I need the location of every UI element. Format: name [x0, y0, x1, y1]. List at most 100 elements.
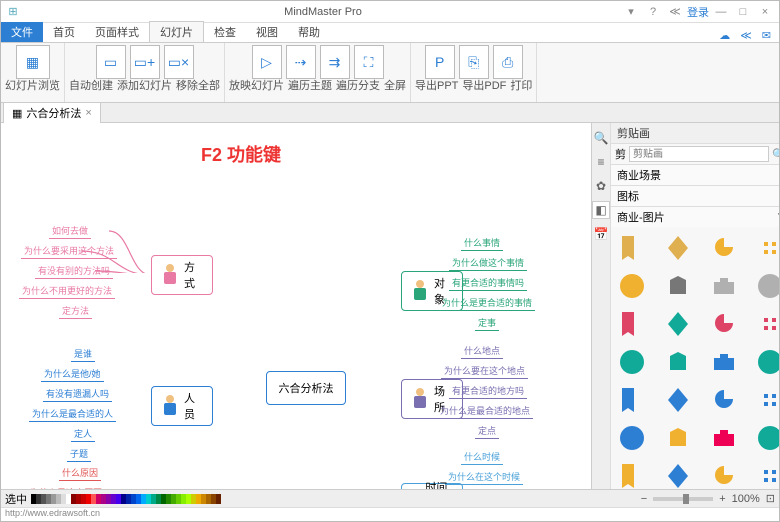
leaf-node[interactable]: 如何去做 — [49, 223, 91, 239]
clipart-item[interactable] — [707, 383, 741, 417]
clipart-item[interactable] — [707, 421, 741, 455]
leaf-node[interactable]: 什么地点 — [461, 343, 503, 359]
clipart-item[interactable] — [661, 383, 695, 417]
clipart-item[interactable] — [707, 307, 741, 341]
remove-all-button[interactable]: ▭× — [164, 45, 194, 79]
footer-link[interactable]: http://www.edrawsoft.cn — [1, 507, 779, 521]
auto-create-button[interactable]: ▭ — [96, 45, 126, 79]
clipart-item[interactable] — [753, 345, 779, 379]
tab-pagestyle[interactable]: 页面样式 — [85, 22, 149, 42]
share2-icon[interactable]: ≪ — [740, 29, 752, 42]
leaf-node[interactable]: 是谁 — [71, 346, 95, 362]
rail-search-icon[interactable]: 🔍 — [592, 129, 610, 147]
clipart-item[interactable] — [615, 345, 649, 379]
down-icon[interactable]: ▾ — [621, 3, 641, 21]
clipart-item[interactable] — [615, 383, 649, 417]
rail-list-icon[interactable]: ≡ — [592, 153, 610, 171]
leaf-node[interactable]: 定方法 — [59, 303, 92, 319]
leaf-node[interactable]: 子题 — [67, 446, 91, 462]
leaf-node[interactable]: 有没有别的方法吗 — [35, 263, 113, 279]
branch-node[interactable]: 方式 — [151, 255, 213, 295]
zoom-out-icon[interactable]: − — [641, 493, 647, 505]
tab-help[interactable]: 帮助 — [288, 22, 330, 42]
leaf-node[interactable]: 什么事情 — [461, 235, 503, 251]
tab-review[interactable]: 检查 — [204, 22, 246, 42]
close-button[interactable]: × — [755, 3, 775, 21]
clipart-item[interactable] — [753, 421, 779, 455]
clipart-item[interactable] — [615, 421, 649, 455]
clipart-item[interactable] — [753, 231, 779, 265]
leaf-node[interactable]: 为什么是最合适的人 — [29, 406, 116, 422]
canvas[interactable]: F2 功能键 六合分析法 ↖ 方式如何去做为什么要采用这个方法有没有别的方法吗为… — [1, 123, 591, 489]
clipart-item[interactable] — [615, 459, 649, 489]
tab-home[interactable]: 首页 — [43, 22, 85, 42]
leaf-node[interactable]: 有更合适的地方吗 — [449, 383, 527, 399]
export-pdf-button[interactable]: ⎘ — [459, 45, 489, 79]
play-slide-button[interactable]: ▷ — [252, 45, 282, 79]
leaf-node[interactable]: 什么原因 — [59, 465, 101, 481]
help-icon[interactable]: ? — [643, 3, 663, 21]
slide-browse-button[interactable]: ▦ — [16, 45, 50, 79]
branch-node[interactable]: 人员 — [151, 386, 213, 426]
fit-icon[interactable]: ⊡ — [766, 492, 775, 505]
leaf-node[interactable]: 定事 — [475, 315, 499, 331]
clipart-item[interactable] — [753, 383, 779, 417]
document-tab[interactable]: ▦ 六合分析法 × — [3, 102, 101, 123]
add-slide-button[interactable]: ▭+ — [130, 45, 160, 79]
maximize-button[interactable]: □ — [733, 3, 753, 21]
leaf-node[interactable]: 定人 — [71, 426, 95, 442]
leaf-node[interactable]: 为什么是这个原因 — [27, 485, 105, 489]
traverse-topic-button[interactable]: ⇢ — [286, 45, 316, 79]
tab-slides[interactable]: 幻灯片 — [149, 21, 204, 42]
clipart-item[interactable] — [707, 231, 741, 265]
fullscreen-button[interactable]: ⛶ — [354, 45, 384, 79]
leaf-node[interactable]: 为什么要采用这个方法 — [21, 243, 117, 259]
color-swatches[interactable] — [31, 494, 221, 504]
clipart-item[interactable] — [661, 269, 695, 303]
minimize-button[interactable]: — — [711, 3, 731, 21]
clipart-item[interactable] — [661, 421, 695, 455]
rail-calendar-icon[interactable]: 📅 — [592, 225, 610, 243]
leaf-node[interactable]: 有更合适的事情吗 — [449, 275, 527, 291]
close-tab-icon[interactable]: × — [85, 107, 91, 119]
clipart-item[interactable] — [753, 307, 779, 341]
tab-file[interactable]: 文件 — [1, 22, 43, 42]
clipart-item[interactable] — [661, 459, 695, 489]
leaf-node[interactable]: 为什么在这个时候 — [445, 469, 523, 485]
search-go-icon[interactable]: 🔍 — [772, 148, 779, 161]
leaf-node[interactable]: 定点 — [475, 423, 499, 439]
leaf-node[interactable]: 为什么是最合适的地点 — [437, 403, 533, 419]
leaf-node[interactable]: 为什么是他/她 — [41, 366, 104, 382]
clipart-item[interactable] — [615, 307, 649, 341]
export-ppt-button[interactable]: P — [425, 45, 455, 79]
leaf-node[interactable]: 为什么要在这个地点 — [441, 363, 528, 379]
clipart-item[interactable] — [707, 345, 741, 379]
clipart-search-input[interactable] — [629, 146, 769, 162]
leaf-node[interactable]: 有没有遗漏人吗 — [43, 386, 112, 402]
category-row[interactable]: 商业-图片▾ × — [611, 206, 779, 227]
clipart-item[interactable] — [707, 459, 741, 489]
tab-view[interactable]: 视图 — [246, 22, 288, 42]
clipart-item[interactable] — [661, 345, 695, 379]
category-row[interactable]: 图标× — [611, 185, 779, 206]
clipart-item[interactable] — [753, 459, 779, 489]
center-node[interactable]: 六合分析法 — [266, 371, 346, 405]
clipart-item[interactable] — [661, 307, 695, 341]
leaf-node[interactable]: 为什么不用更好的方法 — [19, 283, 115, 299]
print-button[interactable]: ⎙ — [493, 45, 523, 79]
login-button[interactable]: 登录 — [687, 3, 709, 21]
traverse-branch-button[interactable]: ⇉ — [320, 45, 350, 79]
rail-star-icon[interactable]: ✿ — [592, 177, 610, 195]
rail-clipart-icon[interactable]: ◧ — [592, 201, 610, 219]
clipart-item[interactable] — [707, 269, 741, 303]
clipart-item[interactable] — [661, 231, 695, 265]
leaf-node[interactable]: 什么时候 — [461, 449, 503, 465]
share-icon[interactable]: ≪ — [665, 3, 685, 21]
gear-icon[interactable]: ✉ — [762, 29, 771, 42]
leaf-node[interactable]: 为什么是更合适的事情 — [439, 295, 535, 311]
clipart-item[interactable] — [615, 269, 649, 303]
zoom-in-icon[interactable]: + — [719, 493, 725, 505]
cloud-icon[interactable]: ☁ — [719, 29, 730, 42]
clipart-item[interactable] — [753, 269, 779, 303]
zoom-slider[interactable] — [653, 497, 713, 501]
